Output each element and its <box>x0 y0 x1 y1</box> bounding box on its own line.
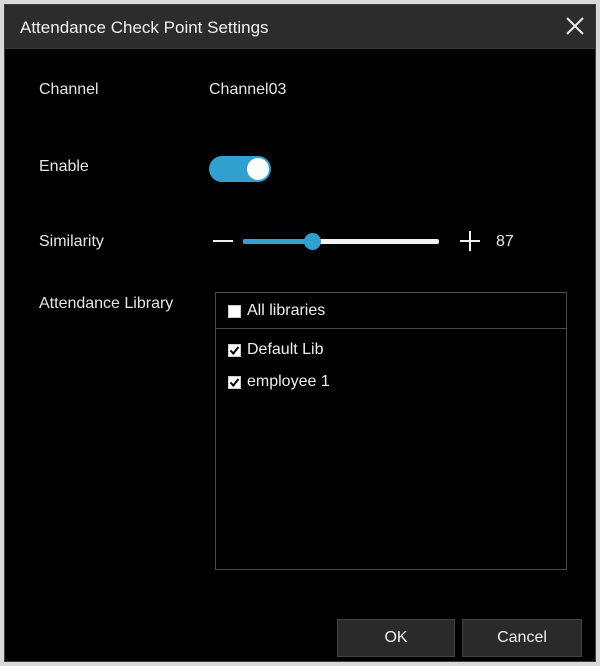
close-icon[interactable] <box>559 10 591 42</box>
list-item-label: Default Lib <box>247 341 324 358</box>
similarity-slider[interactable] <box>243 233 439 250</box>
library-list: All libraries Default Lib employee 1 <box>215 292 567 570</box>
similarity-value: 87 <box>496 233 514 250</box>
all-libraries-checkbox[interactable] <box>228 304 241 318</box>
all-libraries-label: All libraries <box>247 302 326 319</box>
plus-icon[interactable] <box>458 229 482 253</box>
list-item[interactable]: employee 1 <box>228 371 330 393</box>
cancel-button[interactable]: Cancel <box>462 619 582 657</box>
dialog-title: Attendance Check Point Settings <box>20 18 269 37</box>
toggle-knob <box>247 158 269 180</box>
ok-button[interactable]: OK <box>337 619 455 657</box>
enable-toggle[interactable] <box>209 156 271 182</box>
similarity-label: Similarity <box>39 233 104 250</box>
channel-value: Channel03 <box>209 81 287 98</box>
default-lib-checkbox[interactable] <box>228 343 241 357</box>
slider-handle[interactable] <box>303 233 321 250</box>
all-libraries-checkbox-row[interactable]: All libraries <box>228 300 325 322</box>
channel-label: Channel <box>39 81 99 98</box>
enable-label: Enable <box>39 158 89 175</box>
minus-icon[interactable] <box>211 229 235 253</box>
list-item-label: employee 1 <box>247 373 330 390</box>
library-list-header: All libraries <box>216 293 566 329</box>
employee-1-checkbox[interactable] <box>228 375 241 389</box>
dialog-titlebar: Attendance Check Point Settings <box>5 5 595 49</box>
slider-fill <box>243 239 312 244</box>
attendance-settings-dialog: Attendance Check Point Settings Channel … <box>4 4 596 662</box>
list-item[interactable]: Default Lib <box>228 339 324 361</box>
library-label: Attendance Library <box>39 295 174 312</box>
